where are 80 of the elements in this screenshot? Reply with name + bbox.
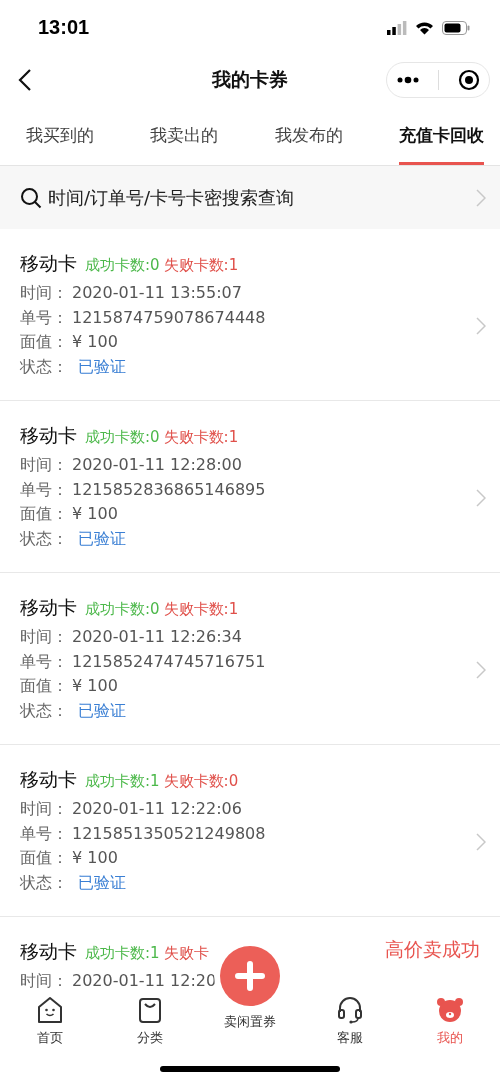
wifi-icon [415,20,434,35]
notice-text: 高价卖成功 [385,937,480,962]
field-label: 时间： [20,800,69,819]
field-label: 单号： [20,652,69,671]
field-label: 面值： [20,505,69,524]
chevron-right-icon [476,660,486,679]
field-value: 1215852836865146895 [72,480,266,499]
status-value: 已验证 [77,357,126,376]
field-value: ¥ 100 [72,505,118,524]
chevron-right-icon [476,316,486,335]
fail-count: 失败卡数:0 [163,772,239,791]
success-count: 成功卡数:0 [85,256,160,275]
card-type: 移动卡 [20,595,77,620]
signal-icon [387,20,407,35]
field-value: 1215874759078674448 [72,308,266,327]
field-label: 状态： [20,701,69,720]
field-label: 单号： [20,824,69,843]
status-value: 已验证 [77,529,126,548]
success-count: 成功卡数:0 [85,428,160,447]
bear-icon [436,996,464,1024]
field-value: 2020-01-11 12:20 [72,972,217,988]
field-value: 1215851350521249808 [72,824,266,843]
field-value: 1215852474745716751 [72,652,266,671]
field-value: ¥ 100 [72,677,118,696]
tab[interactable]: 我发布的 [274,105,343,165]
field-label: 面值： [20,333,69,352]
tab-bar-item[interactable]: 卖闲置券 [218,946,282,1030]
field-label: 状态： [20,529,69,548]
card-type: 移动卡 [20,767,77,792]
order-card[interactable]: 移动卡 成功卡数:0 失败卡数:1 时间： 2020-01-11 12:28:00 单号： 1215852836865146895 面值： ¥ 100 状态： 已验证 [0,401,500,573]
search-icon [20,186,42,209]
field-value: 2020-01-11 12:26:34 [72,628,242,647]
order-card[interactable]: 移动卡 成功卡数:0 失败卡数:1 时间： 2020-01-11 12:26:34 单号： 1215852474745716751 面值： ¥ 100 状态： 已验证 [0,573,500,745]
tab-bar-item[interactable]: 我的 [434,988,466,1046]
field-value: 2020-01-11 12:28:00 [72,456,242,475]
fail-count: 失败卡数:1 [163,600,239,619]
headset-icon [337,996,363,1024]
field-label: 状态： [20,357,69,376]
bag-icon [138,996,162,1024]
field-label: 时间： [20,972,69,988]
field-value: 2020-01-11 13:55:07 [72,284,242,303]
field-label: 时间： [20,456,69,475]
status-value: 已验证 [77,873,126,892]
field-label: 状态： [20,873,69,892]
order-card[interactable]: 移动卡 成功卡数:1 失败卡数:0 时间： 2020-01-11 12:22:06 单号： 1215851350521249808 面值： ¥ 100 状态： 已验证 [0,745,500,917]
field-value: 2020-01-11 12:22:06 [72,800,242,819]
tab-bar-item[interactable]: 首页 [35,988,65,1046]
order-card[interactable]: 移动卡 成功卡数:0 失败卡数:1 时间： 2020-01-11 13:55:07 单号： 1215874759078674448 面值： ¥ 100 状态： 已验证 [0,229,500,401]
battery-icon [442,20,470,35]
field-label: 面值： [20,677,69,696]
chevron-right-icon [476,188,486,207]
tab-bar-item[interactable]: 客服 [335,988,365,1046]
home-icon [37,996,63,1024]
field-label: 时间： [20,284,69,303]
fail-count: 失败卡数:1 [163,428,239,447]
tab-bar-item[interactable]: 分类 [135,988,165,1046]
search-field[interactable]: 时间/订单号/卡号卡密搜索查询 [0,166,500,229]
field-label: 面值： [20,849,69,868]
field-label: 单号： [20,480,69,499]
back-icon[interactable] [18,68,32,92]
page-title: 我的卡券 [212,67,288,92]
more-icon[interactable] [396,76,421,84]
field-value: ¥ 100 [72,849,118,868]
chevron-right-icon [476,832,486,851]
tab[interactable]: 我卖出的 [150,105,219,165]
field-label: 时间： [20,628,69,647]
field-label: 单号： [20,308,69,327]
success-count: 成功卡数:1 [85,772,160,791]
success-count: 成功卡数:1 [85,944,160,963]
card-type: 移动卡 [20,423,77,448]
chevron-right-icon [476,488,486,507]
field-value: ¥ 100 [72,333,118,352]
success-count: 成功卡数:0 [85,600,160,619]
status-value: 已验证 [77,701,126,720]
tab[interactable]: 我买到的 [26,105,94,165]
card-type: 移动卡 [20,939,77,964]
status-time: 13:01 [38,16,90,39]
fail-count: 失败卡数:1 [163,256,239,275]
card-type: 移动卡 [20,251,77,276]
fail-count: 失败卡 [163,944,209,963]
